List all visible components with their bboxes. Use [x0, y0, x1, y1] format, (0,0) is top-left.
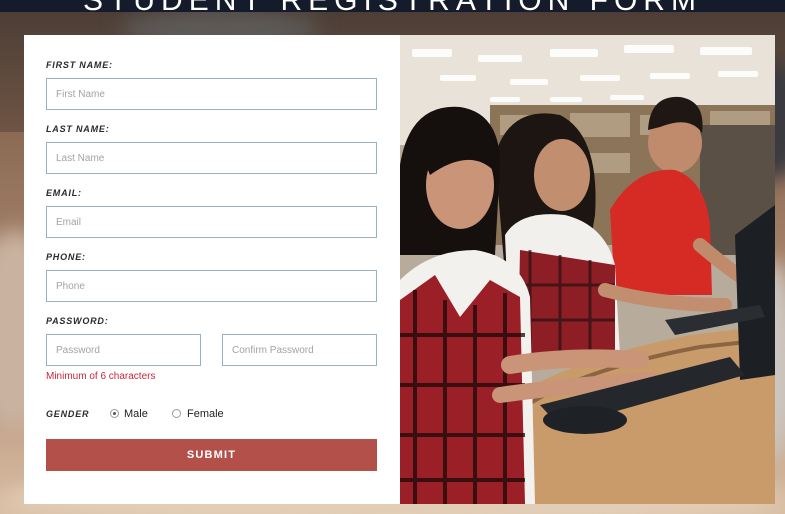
registration-card: FIRST NAME: LAST NAME: EMAIL: PHONE: PAS… — [24, 35, 775, 504]
email-input[interactable] — [46, 206, 377, 238]
last-name-label: LAST NAME: — [46, 124, 110, 134]
gender-female-label[interactable]: Female — [187, 408, 224, 420]
gender-label: GENDER — [46, 409, 90, 419]
confirm-password-input[interactable] — [222, 334, 377, 366]
gender-female-radio[interactable] — [172, 409, 181, 418]
last-name-input[interactable] — [46, 142, 377, 174]
password-input[interactable] — [46, 334, 201, 366]
phone-input[interactable] — [46, 270, 377, 302]
gender-row: GENDER Male Female — [46, 408, 378, 422]
first-name-label: FIRST NAME: — [46, 60, 113, 70]
gender-male-radio[interactable] — [110, 409, 119, 418]
first-name-input[interactable] — [46, 78, 377, 110]
password-label: PASSWORD: — [46, 316, 109, 326]
page-title: STUDENT REGISTRATION FORM — [83, 0, 702, 17]
students-computer-lab-photo — [400, 35, 775, 504]
submit-button[interactable]: SUBMIT — [46, 439, 377, 471]
email-label: EMAIL: — [46, 188, 82, 198]
password-hint: Minimum of 6 characters — [46, 371, 156, 382]
gender-male-label[interactable]: Male — [124, 408, 148, 420]
phone-label: PHONE: — [46, 252, 86, 262]
